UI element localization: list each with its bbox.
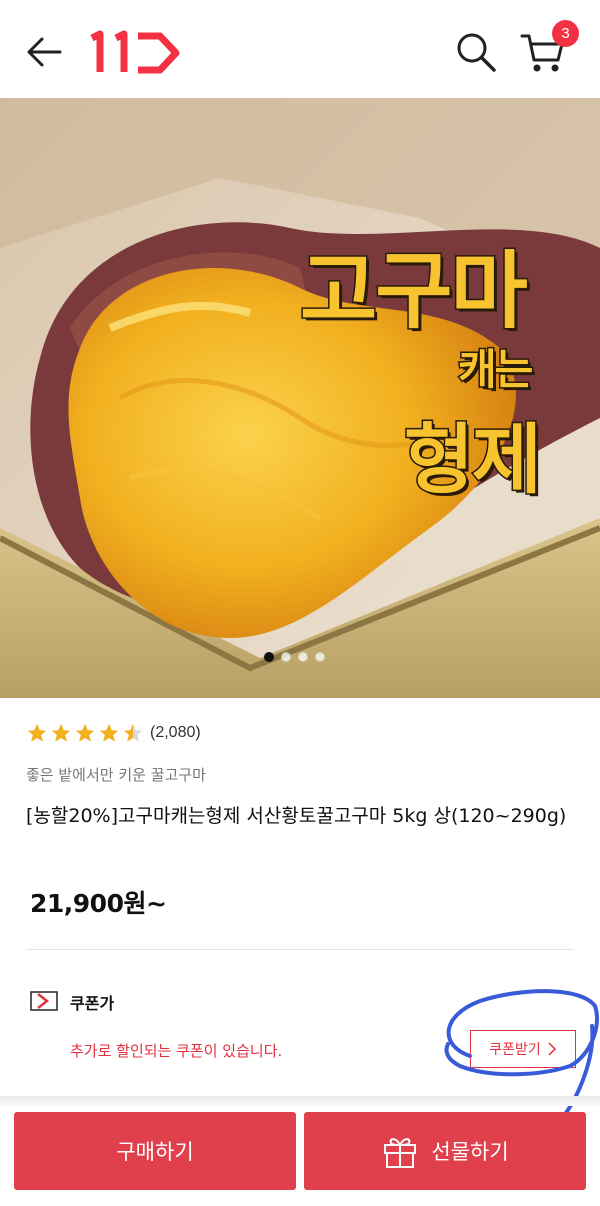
hero-title-line1: 고구마	[299, 241, 530, 342]
gift-button[interactable]: 선물하기	[304, 1112, 586, 1190]
hero-title-line3: 형제	[403, 414, 544, 506]
rating-count[interactable]: (2,080)	[150, 724, 201, 742]
gift-icon	[384, 1138, 417, 1168]
product-title: [농할20%]고구마캐는형제 서산황토꿀고구마 5kg 상(120~290g)	[26, 805, 567, 827]
product-price: 21,900원~	[30, 889, 167, 918]
app-header: 3	[0, 0, 600, 98]
gift-button-label: 선물하기	[431, 1140, 509, 1164]
search-icon[interactable]	[454, 30, 498, 74]
star-full-icon	[51, 723, 71, 742]
carousel-dot-1[interactable]	[264, 652, 274, 662]
coupon-price-label: 쿠폰가	[70, 994, 115, 1013]
star-full-icon	[75, 723, 95, 742]
carousel-dot-4[interactable]	[315, 652, 325, 662]
carousel-dot-2[interactable]	[281, 652, 291, 662]
star-full-icon	[27, 723, 47, 742]
product-subtitle: 좋은 밭에서만 키운 꿀고구마	[26, 766, 206, 784]
divider	[26, 949, 574, 950]
product-image-carousel[interactable]: 고구마 캐는 형제	[0, 98, 600, 698]
hero-title-line2: 캐는	[456, 344, 534, 396]
product-rating[interactable]: (2,080)	[26, 722, 201, 744]
carousel-indicator[interactable]	[264, 652, 325, 662]
coupon-message: 추가로 할인되는 쿠폰이 있습니다.	[70, 1042, 283, 1060]
carousel-dot-3[interactable]	[298, 652, 308, 662]
star-half-icon	[123, 723, 143, 742]
buy-button-label: 구매하기	[116, 1140, 194, 1164]
coupon-tag-icon	[30, 991, 58, 1011]
back-arrow-icon[interactable]	[22, 30, 66, 74]
cart-count-badge: 3	[552, 20, 579, 47]
bottom-bar-shadow	[0, 1096, 600, 1106]
buy-button[interactable]: 구매하기	[14, 1112, 296, 1190]
star-full-icon	[99, 723, 119, 742]
logo-11st-icon[interactable]	[86, 28, 182, 76]
